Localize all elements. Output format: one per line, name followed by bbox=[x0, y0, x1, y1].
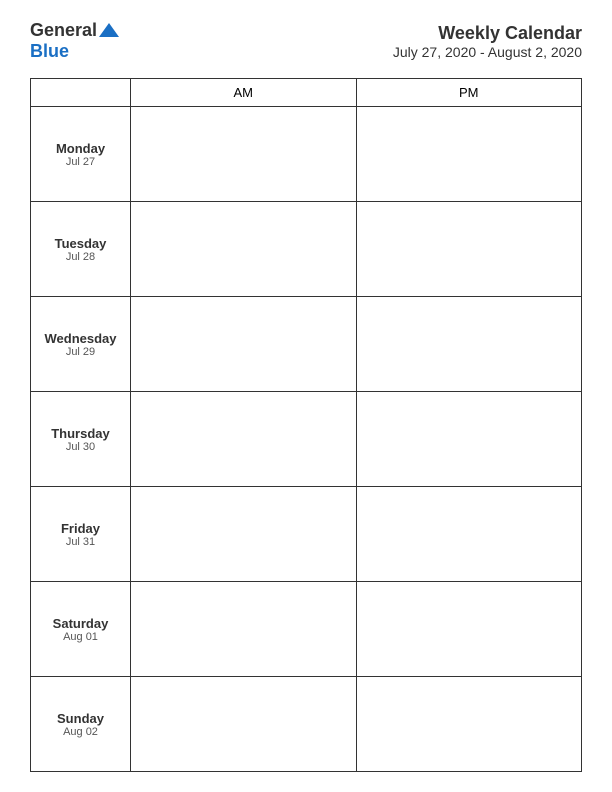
day-cell-friday: FridayJul 31 bbox=[31, 487, 131, 582]
day-date: Jul 27 bbox=[35, 156, 126, 168]
table-row: ThursdayJul 30 bbox=[31, 392, 582, 487]
day-date: Jul 30 bbox=[35, 441, 126, 453]
am-cell bbox=[131, 202, 357, 297]
table-row: SundayAug 02 bbox=[31, 677, 582, 772]
calendar-table: AM PM MondayJul 27TuesdayJul 28Wednesday… bbox=[30, 78, 582, 772]
day-name: Wednesday bbox=[35, 331, 126, 346]
am-cell bbox=[131, 392, 357, 487]
day-name: Sunday bbox=[35, 711, 126, 726]
col-header-am: AM bbox=[131, 79, 357, 107]
day-date: Jul 28 bbox=[35, 251, 126, 263]
am-cell bbox=[131, 582, 357, 677]
am-cell bbox=[131, 677, 357, 772]
col-header-day bbox=[31, 79, 131, 107]
logo: General Blue bbox=[30, 20, 119, 62]
pm-cell bbox=[356, 297, 582, 392]
calendar-date-range: July 27, 2020 - August 2, 2020 bbox=[393, 44, 582, 60]
logo-general-text: General bbox=[30, 20, 97, 41]
day-name: Tuesday bbox=[35, 236, 126, 251]
day-date: Jul 31 bbox=[35, 536, 126, 548]
day-name: Friday bbox=[35, 521, 126, 536]
am-cell bbox=[131, 487, 357, 582]
day-cell-sunday: SundayAug 02 bbox=[31, 677, 131, 772]
day-date: Aug 01 bbox=[35, 631, 126, 643]
day-date: Aug 02 bbox=[35, 726, 126, 738]
day-cell-monday: MondayJul 27 bbox=[31, 107, 131, 202]
logo-blue-text: Blue bbox=[30, 41, 69, 62]
pm-cell bbox=[356, 582, 582, 677]
day-date: Jul 29 bbox=[35, 346, 126, 358]
day-cell-tuesday: TuesdayJul 28 bbox=[31, 202, 131, 297]
table-row: MondayJul 27 bbox=[31, 107, 582, 202]
page-header: General Blue Weekly Calendar July 27, 20… bbox=[30, 20, 582, 62]
col-header-pm: PM bbox=[356, 79, 582, 107]
day-cell-wednesday: WednesdayJul 29 bbox=[31, 297, 131, 392]
day-name: Saturday bbox=[35, 616, 126, 631]
table-row: TuesdayJul 28 bbox=[31, 202, 582, 297]
day-cell-saturday: SaturdayAug 01 bbox=[31, 582, 131, 677]
logo-icon: General bbox=[30, 20, 119, 41]
day-name: Monday bbox=[35, 141, 126, 156]
pm-cell bbox=[356, 677, 582, 772]
am-cell bbox=[131, 107, 357, 202]
calendar-title: Weekly Calendar bbox=[393, 23, 582, 44]
table-row: SaturdayAug 01 bbox=[31, 582, 582, 677]
table-row: FridayJul 31 bbox=[31, 487, 582, 582]
day-cell-thursday: ThursdayJul 30 bbox=[31, 392, 131, 487]
pm-cell bbox=[356, 107, 582, 202]
table-row: WednesdayJul 29 bbox=[31, 297, 582, 392]
pm-cell bbox=[356, 487, 582, 582]
pm-cell bbox=[356, 202, 582, 297]
am-cell bbox=[131, 297, 357, 392]
title-block: Weekly Calendar July 27, 2020 - August 2… bbox=[393, 23, 582, 60]
pm-cell bbox=[356, 392, 582, 487]
logo-triangle-icon bbox=[99, 23, 119, 37]
day-name: Thursday bbox=[35, 426, 126, 441]
